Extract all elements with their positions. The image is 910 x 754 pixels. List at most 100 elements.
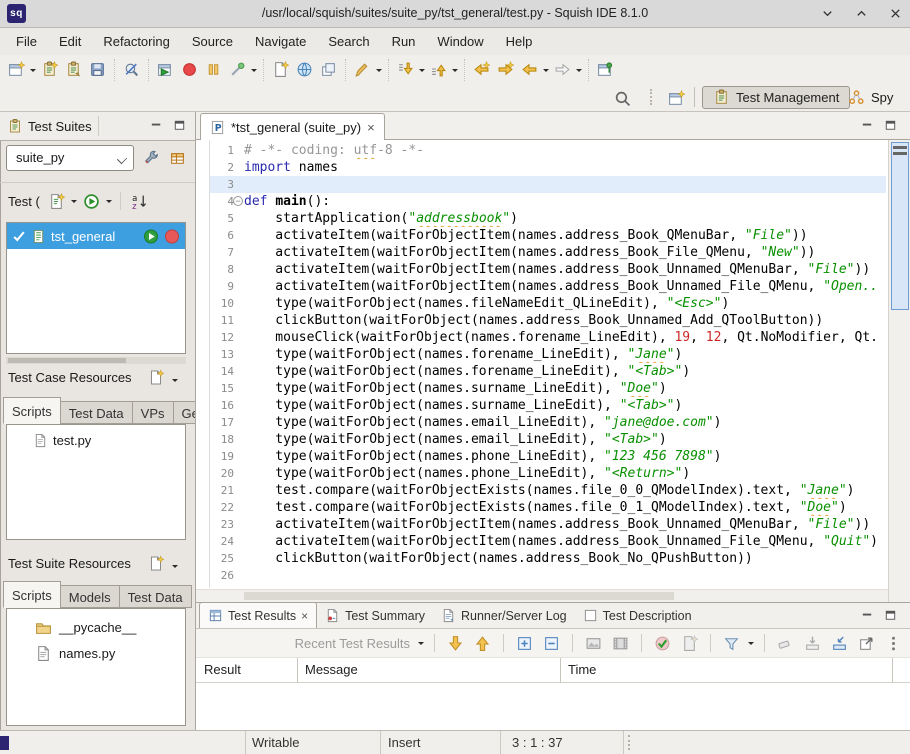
run-icon[interactable]	[143, 228, 159, 244]
maximize-view-icon[interactable]	[172, 118, 187, 133]
up-gold-icon[interactable]	[472, 633, 493, 654]
tab-runner-server-log[interactable]: Runner/Server Log	[433, 603, 575, 628]
record-icon[interactable]	[164, 228, 180, 244]
menu-source[interactable]: Source	[181, 28, 244, 55]
horizontal-scrollbar[interactable]	[6, 357, 186, 364]
test-management-perspective-button[interactable]: Test Management	[702, 86, 850, 109]
tab-test-data[interactable]: Test Data	[60, 401, 133, 424]
collapse-icon[interactable]	[541, 633, 562, 654]
tab-scripts[interactable]: Scripts	[3, 397, 61, 424]
dropdown-arrow-icon[interactable]	[418, 642, 424, 648]
tab-models[interactable]: Models	[60, 585, 120, 608]
expand-icon[interactable]	[514, 633, 535, 654]
list-item[interactable]: test.py	[33, 433, 185, 448]
down-list-icon[interactable]	[395, 59, 416, 80]
object-spy-icon[interactable]	[121, 59, 142, 80]
menu-run[interactable]: Run	[381, 28, 427, 55]
menu-refactoring[interactable]: Refactoring	[92, 28, 180, 55]
back-icon[interactable]	[519, 59, 540, 80]
column-header-time[interactable]: Time	[568, 658, 596, 682]
code-editor[interactable]: 1# -*- coding: utf-8 -*-2import names34d…	[196, 140, 910, 602]
new-test-case-icon[interactable]	[46, 191, 67, 212]
minimize-editor-icon[interactable]	[860, 118, 875, 133]
menu-edit[interactable]: Edit	[48, 28, 92, 55]
film-icon[interactable]	[610, 633, 631, 654]
dropdown-arrow-icon[interactable]	[172, 379, 178, 385]
close-tab-icon[interactable]: ×	[367, 121, 375, 134]
dropdown-arrow-icon[interactable]	[576, 69, 582, 75]
tab-vps[interactable]: VPs	[132, 401, 174, 424]
vp-ball-icon[interactable]	[652, 633, 673, 654]
tab-gest[interactable]: Gest	[173, 401, 196, 424]
dropdown-arrow-icon[interactable]	[419, 69, 425, 75]
sort-alphabetical-icon[interactable]: az	[129, 191, 150, 212]
new-resource-icon[interactable]	[148, 555, 164, 571]
dropdown-arrow-icon[interactable]	[452, 69, 458, 75]
test-suites-view-tab[interactable]: Test Suites	[0, 112, 99, 140]
list-item[interactable]: __pycache__	[33, 617, 185, 638]
list-item[interactable]: names.py	[33, 643, 185, 664]
dropdown-arrow-icon[interactable]	[376, 69, 382, 75]
editor-tab[interactable]: P *tst_general (suite_py) ×	[200, 113, 385, 141]
suite-grid-icon[interactable]	[168, 149, 186, 167]
checkbox-checked-icon[interactable]	[12, 229, 26, 243]
search-icon[interactable]	[612, 88, 633, 109]
minimize-view-icon[interactable]	[149, 118, 164, 133]
marker-icon[interactable]	[352, 59, 373, 80]
record-icon[interactable]	[179, 59, 200, 80]
recent-test-results-label[interactable]: Recent Test Results	[295, 636, 410, 651]
maximize-window-icon[interactable]	[854, 7, 868, 21]
browser-icon[interactable]	[294, 59, 315, 80]
picker-icon[interactable]	[227, 59, 248, 80]
column-header-result[interactable]: Result	[204, 658, 241, 682]
tab-test-summary[interactable]: Test Summary	[317, 603, 433, 628]
suite-settings-icon[interactable]	[142, 149, 160, 167]
eraser-icon[interactable]	[775, 633, 796, 654]
back-star-icon[interactable]	[471, 59, 492, 80]
maximize-editor-icon[interactable]	[883, 118, 898, 133]
open-test-suite-icon[interactable]	[63, 59, 84, 80]
image-icon[interactable]	[583, 633, 604, 654]
dropdown-arrow-icon[interactable]	[106, 200, 112, 206]
menu-window[interactable]: Window	[426, 28, 494, 55]
close-tab-icon[interactable]: ×	[301, 609, 308, 623]
run-test-case-icon[interactable]	[81, 191, 102, 212]
vertical-scrollbar[interactable]	[888, 140, 910, 602]
column-header-message[interactable]: Message	[305, 658, 358, 682]
export-icon[interactable]	[802, 633, 823, 654]
run-window-icon[interactable]	[155, 59, 176, 80]
open-perspective-icon[interactable]	[666, 88, 687, 109]
spy-perspective-button[interactable]: Spy	[848, 86, 893, 108]
dropdown-arrow-icon[interactable]	[748, 642, 754, 648]
maximize-panel-icon[interactable]	[883, 608, 898, 623]
new-test-suite-icon[interactable]	[39, 59, 60, 80]
new-resource-icon[interactable]	[270, 59, 291, 80]
menu-search[interactable]: Search	[317, 28, 380, 55]
tab-test-data[interactable]: Test Data	[119, 585, 192, 608]
statusbar-grip[interactable]	[628, 735, 630, 750]
test-case-row-selected[interactable]: tst_general	[7, 223, 185, 249]
dropdown-arrow-icon[interactable]	[251, 69, 257, 75]
tab-test-results[interactable]: Test Results×	[199, 602, 317, 628]
pin-window-icon[interactable]	[595, 59, 616, 80]
external-icon[interactable]	[856, 633, 877, 654]
suite-select-combobox[interactable]: suite_py	[6, 145, 134, 171]
minimize-window-icon[interactable]	[820, 7, 834, 21]
import-blue-icon[interactable]	[829, 633, 850, 654]
menu-help[interactable]: Help	[495, 28, 544, 55]
minimize-panel-icon[interactable]	[860, 608, 875, 623]
menu-file[interactable]: File	[5, 28, 48, 55]
forward-star-icon[interactable]	[495, 59, 516, 80]
close-window-icon[interactable]	[888, 7, 902, 21]
new-resource-icon[interactable]	[148, 369, 164, 385]
tab-test-description[interactable]: Test Description	[575, 603, 700, 628]
windows-icon[interactable]	[318, 59, 339, 80]
horizontal-scrollbar[interactable]	[196, 589, 888, 602]
up-list-icon[interactable]	[428, 59, 449, 80]
dropdown-arrow-icon[interactable]	[543, 69, 549, 75]
menu-navigate[interactable]: Navigate	[244, 28, 317, 55]
kebab-icon[interactable]	[883, 633, 904, 654]
save-icon[interactable]	[87, 59, 108, 80]
report-new-icon[interactable]	[679, 633, 700, 654]
new-window-icon[interactable]	[6, 59, 27, 80]
